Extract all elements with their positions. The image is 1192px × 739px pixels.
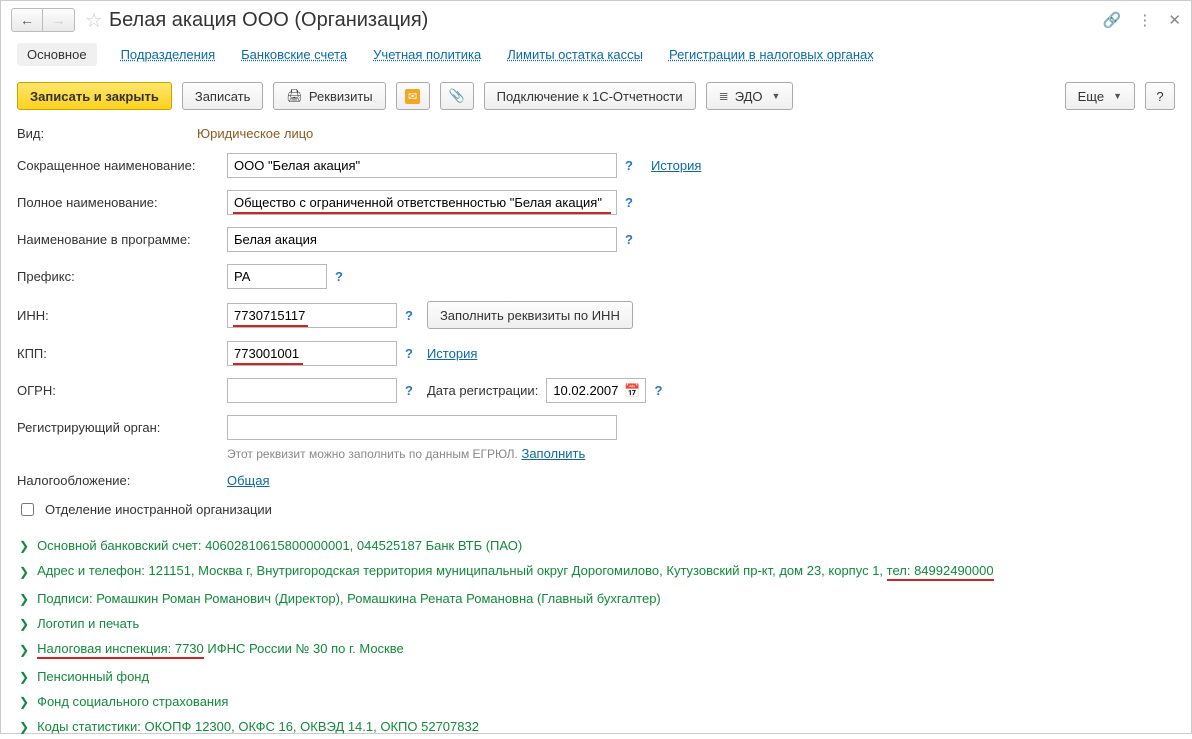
- section-logo[interactable]: ❯ Логотип и печать: [1, 611, 1191, 636]
- edo-button[interactable]: ≣ ЭДО ▼: [706, 82, 794, 110]
- link-icon[interactable]: 🔗: [1103, 11, 1122, 29]
- section-bank-label: Основной банковский счет: 40602810615800…: [37, 538, 522, 553]
- full-name-label: Полное наименование:: [17, 195, 227, 210]
- chevron-right-icon: ❯: [19, 565, 29, 579]
- section-address-label: Адрес и телефон: 121151, Москва г, Внутр…: [37, 563, 994, 581]
- section-tax-office-label: Налоговая инспекция: 7730 ИФНС России № …: [37, 641, 404, 659]
- more-button[interactable]: Еще ▼: [1065, 82, 1135, 110]
- section-address[interactable]: ❯ Адрес и телефон: 121151, Москва г, Вну…: [1, 558, 1191, 586]
- section-social[interactable]: ❯ Фонд социального страхования: [1, 689, 1191, 714]
- prefix-label: Префикс:: [17, 269, 197, 284]
- reg-date-label: Дата регистрации:: [427, 383, 538, 398]
- ogrn-input[interactable]: [227, 378, 397, 403]
- section-stats[interactable]: ❯ Коды статистики: ОКОПФ 12300, ОКФС 16,…: [1, 714, 1191, 739]
- section-social-label: Фонд социального страхования: [37, 694, 228, 709]
- tab-accounting-policy[interactable]: Учетная политика: [371, 43, 483, 66]
- tab-divisions[interactable]: Подразделения: [119, 43, 218, 66]
- prog-name-input[interactable]: [227, 227, 617, 252]
- requisites-button[interactable]: 🖨 Реквизиты: [273, 82, 385, 110]
- history-link[interactable]: История: [651, 158, 701, 173]
- short-name-input[interactable]: [227, 153, 617, 178]
- mail-icon: ✉: [405, 89, 420, 104]
- reg-hint: Этот реквизит можно заполнить по данным …: [227, 447, 518, 461]
- arrow-left-icon: ←: [20, 12, 34, 28]
- tab-tax-registrations[interactable]: Регистрации в налоговых органах: [667, 43, 876, 66]
- taxation-label: Налогообложение:: [17, 473, 197, 488]
- save-button[interactable]: Записать: [182, 82, 264, 110]
- chevron-down-icon: ▼: [1113, 91, 1122, 101]
- ogrn-label: ОГРН:: [17, 383, 197, 398]
- section-tax-office[interactable]: ❯ Налоговая инспекция: 7730 ИФНС России …: [1, 636, 1191, 664]
- help-icon[interactable]: ?: [335, 269, 343, 284]
- tab-main[interactable]: Основное: [17, 43, 97, 66]
- prefix-input[interactable]: [227, 264, 327, 289]
- section-bank-account[interactable]: ❯ Основной банковский счет: 406028106158…: [1, 533, 1191, 558]
- kpp-label: КПП:: [17, 346, 197, 361]
- section-signatures[interactable]: ❯ Подписи: Ромашкин Роман Романович (Дир…: [1, 586, 1191, 611]
- foreign-branch-label: Отделение иностранной организации: [45, 502, 272, 517]
- chevron-down-icon: ▼: [772, 91, 781, 101]
- reg-body-input[interactable]: [227, 415, 617, 440]
- chevron-right-icon: ❯: [19, 592, 29, 606]
- help-icon[interactable]: ?: [405, 383, 413, 398]
- fill-by-inn-button[interactable]: Заполнить реквизиты по ИНН: [427, 301, 633, 329]
- kpp-history-link[interactable]: История: [427, 346, 477, 361]
- attach-button[interactable]: 📎: [440, 82, 474, 110]
- chevron-right-icon: ❯: [19, 617, 29, 631]
- kebab-menu-icon[interactable]: ⋮: [1137, 11, 1152, 29]
- taxation-link[interactable]: Общая: [227, 473, 270, 488]
- nav-forward-button[interactable]: →: [43, 8, 75, 32]
- save-and-close-button[interactable]: Записать и закрыть: [17, 82, 172, 110]
- reg-date-input[interactable]: [546, 378, 646, 403]
- star-icon[interactable]: ☆: [85, 8, 103, 33]
- chevron-right-icon: ❯: [19, 670, 29, 684]
- connect-1c-button[interactable]: Подключение к 1С-Отчетности: [484, 82, 696, 110]
- help-icon[interactable]: ?: [625, 232, 633, 247]
- arrow-right-icon: →: [52, 12, 66, 28]
- chevron-right-icon: ❯: [19, 539, 29, 553]
- short-name-label: Сокращенное наименование:: [17, 158, 227, 173]
- requisites-label: Реквизиты: [309, 89, 373, 104]
- tab-bank-accounts[interactable]: Банковские счета: [239, 43, 349, 66]
- tab-cash-limits[interactable]: Лимиты остатка кассы: [505, 43, 645, 66]
- more-label: Еще: [1078, 89, 1104, 104]
- inn-label: ИНН:: [17, 308, 197, 323]
- help-icon[interactable]: ?: [625, 195, 633, 210]
- section-signatures-label: Подписи: Ромашкин Роман Романович (Дирек…: [37, 591, 661, 606]
- chevron-right-icon: ❯: [19, 695, 29, 709]
- chevron-right-icon: ❯: [19, 720, 29, 734]
- mail-button[interactable]: ✉: [396, 82, 430, 110]
- paperclip-icon: 📎: [449, 88, 465, 104]
- foreign-branch-checkbox[interactable]: [21, 503, 34, 516]
- type-label: Вид:: [17, 126, 197, 141]
- nav-back-button[interactable]: ←: [11, 8, 43, 32]
- printer-icon: 🖨: [286, 88, 303, 104]
- prog-name-label: Наименование в программе:: [17, 232, 227, 247]
- section-stats-label: Коды статистики: ОКОПФ 12300, ОКФС 16, О…: [37, 719, 479, 734]
- page-title: Белая акация ООО (Организация): [109, 9, 1103, 32]
- close-icon[interactable]: ✕: [1168, 11, 1181, 29]
- edo-label: ЭДО: [735, 89, 763, 104]
- edo-icon: ≣: [719, 89, 729, 103]
- section-pension[interactable]: ❯ Пенсионный фонд: [1, 664, 1191, 689]
- help-icon[interactable]: ?: [405, 346, 413, 361]
- reg-body-label: Регистрирующий орган:: [17, 420, 227, 435]
- fill-link[interactable]: Заполнить: [521, 446, 585, 461]
- help-icon[interactable]: ?: [405, 308, 413, 323]
- type-value: Юридическое лицо: [197, 126, 313, 141]
- help-icon[interactable]: ?: [625, 158, 633, 173]
- help-icon[interactable]: ?: [655, 383, 663, 398]
- section-pension-label: Пенсионный фонд: [37, 669, 149, 684]
- section-logo-label: Логотип и печать: [37, 616, 139, 631]
- help-button[interactable]: ?: [1145, 82, 1175, 110]
- chevron-right-icon: ❯: [19, 643, 29, 657]
